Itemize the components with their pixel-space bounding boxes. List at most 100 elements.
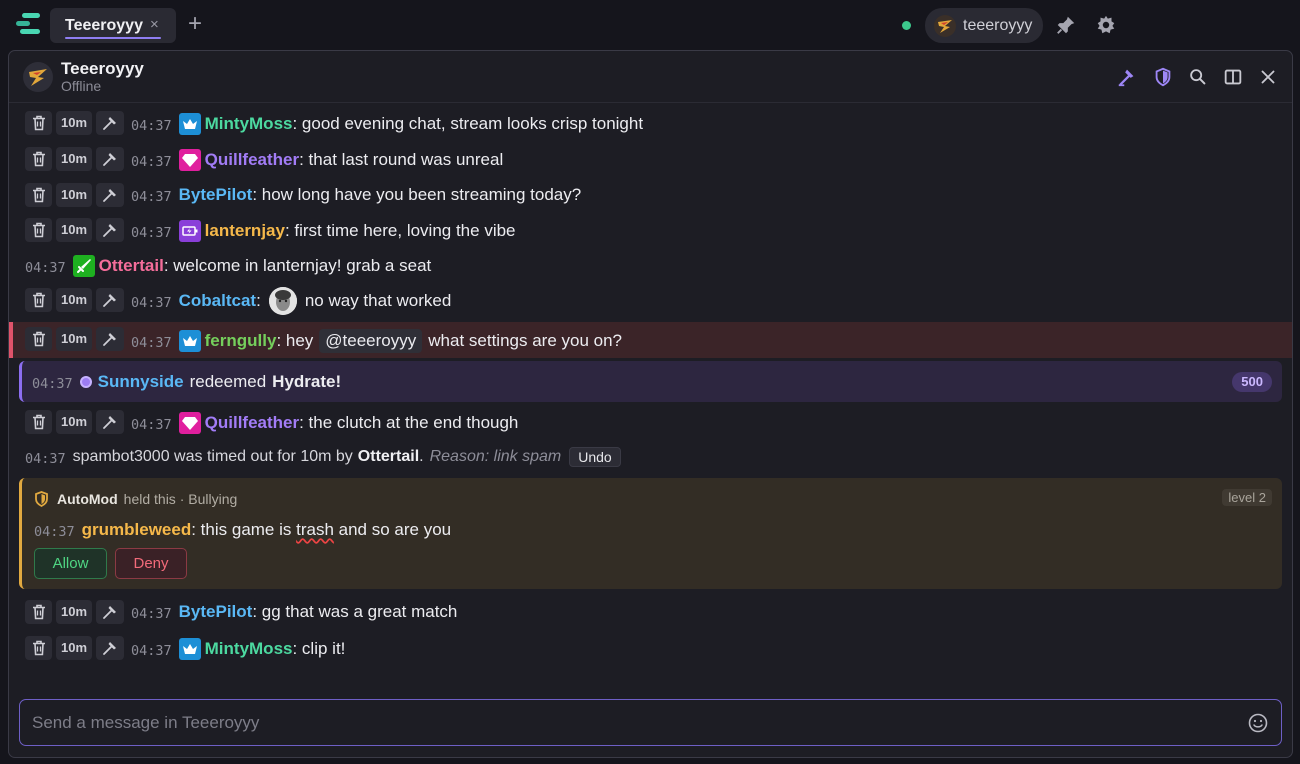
tab-teeeroyyy[interactable]: Teeeroyyy × bbox=[50, 8, 176, 43]
notice-text: spambot3000 was timed out for 10m by bbox=[72, 448, 353, 465]
delete-message-button[interactable] bbox=[25, 183, 52, 207]
ban-button[interactable] bbox=[96, 600, 124, 624]
new-tab-button[interactable]: + bbox=[188, 10, 202, 38]
ban-button[interactable] bbox=[96, 111, 124, 135]
crown-badge-icon[interactable] bbox=[178, 638, 201, 660]
channel-avatar[interactable] bbox=[23, 62, 53, 92]
settings-icon[interactable] bbox=[1095, 14, 1117, 36]
username[interactable]: Cobaltcat bbox=[179, 291, 256, 311]
delete-message-button[interactable] bbox=[25, 111, 52, 135]
ban-button[interactable] bbox=[96, 218, 124, 242]
timeout-button[interactable]: 10m bbox=[56, 600, 92, 624]
app-logo-icon bbox=[16, 13, 42, 37]
timeout-button[interactable]: 10m bbox=[56, 327, 92, 351]
delete-message-button[interactable] bbox=[25, 410, 52, 434]
timeout-button[interactable]: 10m bbox=[56, 111, 92, 135]
chat-message: 10m 04:37 BytePilot : how long have you … bbox=[9, 180, 1292, 212]
username[interactable]: Ottertail bbox=[99, 256, 164, 276]
username[interactable]: MintyMoss bbox=[205, 639, 293, 659]
delete-message-button[interactable] bbox=[25, 288, 52, 312]
timeout-button[interactable]: 10m bbox=[56, 636, 92, 660]
timeout-button[interactable]: 10m bbox=[56, 218, 92, 242]
connection-status-dot bbox=[902, 21, 911, 30]
delete-message-button[interactable] bbox=[25, 147, 52, 171]
crown-badge-icon[interactable] bbox=[178, 330, 201, 352]
trash-icon bbox=[32, 115, 45, 131]
pin-icon[interactable] bbox=[1055, 14, 1077, 36]
automod-held-message: AutoMod held this · Bullying level 2 04:… bbox=[19, 478, 1282, 589]
allow-button[interactable]: Allow bbox=[34, 548, 107, 579]
message-input[interactable] bbox=[32, 712, 1232, 734]
mention-highlight-bar bbox=[9, 322, 13, 358]
ban-button[interactable] bbox=[96, 410, 124, 434]
timeout-button[interactable]: 10m bbox=[56, 183, 92, 207]
user-mention[interactable]: @teeeroyyy bbox=[319, 329, 423, 353]
crown-badge-icon[interactable] bbox=[178, 113, 201, 135]
emoji-picker-icon[interactable] bbox=[1247, 712, 1269, 734]
shield-icon[interactable] bbox=[1152, 66, 1174, 88]
username[interactable]: Quillfeather bbox=[205, 413, 299, 433]
username[interactable]: grumbleweed bbox=[82, 520, 192, 540]
ban-button[interactable] bbox=[96, 288, 124, 312]
moderator-name[interactable]: Ottertail bbox=[358, 448, 419, 466]
account-switcher[interactable]: teeeroyyy bbox=[925, 8, 1043, 43]
moderation-mode-icon[interactable] bbox=[1116, 66, 1138, 88]
timeout-button[interactable]: 10m bbox=[56, 288, 92, 312]
redemption-action: redeemed bbox=[189, 372, 267, 391]
ban-button[interactable] bbox=[96, 636, 124, 660]
username[interactable]: ferngully bbox=[205, 331, 277, 351]
delete-message-button[interactable] bbox=[25, 327, 52, 351]
ban-button[interactable] bbox=[96, 183, 124, 207]
chat-message: 10m 04:37 MintyMoss : good evening chat,… bbox=[9, 108, 1292, 140]
timestamp: 04:37 bbox=[131, 225, 172, 241]
battery-badge-icon[interactable] bbox=[178, 220, 201, 242]
message-text-prefix: : bbox=[256, 291, 261, 310]
message-text: : how long have you been streaming today… bbox=[252, 185, 582, 204]
timeout-button[interactable]: 10m bbox=[56, 410, 92, 434]
channel-points-icon bbox=[79, 376, 92, 388]
split-view-icon[interactable] bbox=[1222, 66, 1244, 88]
gavel-icon bbox=[103, 606, 116, 619]
top-bar: Teeeroyyy × + teeeroyyy bbox=[0, 0, 1300, 50]
undo-timeout-button[interactable]: Undo bbox=[569, 447, 621, 467]
message-composer[interactable] bbox=[19, 699, 1282, 746]
face-emote[interactable] bbox=[268, 287, 297, 315]
username[interactable]: BytePilot bbox=[179, 185, 253, 205]
deny-button[interactable]: Deny bbox=[115, 548, 187, 579]
username[interactable]: lanternjay bbox=[205, 221, 285, 241]
chat-message: 10m 04:37 Quillfeather : that last round… bbox=[9, 144, 1292, 176]
username[interactable]: Quillfeather bbox=[205, 150, 299, 170]
trash-icon bbox=[32, 331, 45, 347]
automod-level-badge: level 2 bbox=[1222, 489, 1272, 506]
timestamp: 04:37 bbox=[131, 335, 172, 351]
username[interactable]: MintyMoss bbox=[205, 114, 293, 134]
search-icon[interactable] bbox=[1187, 66, 1209, 88]
trash-icon bbox=[32, 640, 45, 656]
tab-close-icon[interactable]: × bbox=[150, 16, 159, 33]
gavel-icon bbox=[103, 189, 116, 202]
gem-badge-icon[interactable] bbox=[178, 149, 201, 171]
delete-message-button[interactable] bbox=[25, 600, 52, 624]
automod-reason: held this · Bullying bbox=[123, 491, 238, 507]
tab-label: Teeeroyyy bbox=[65, 17, 143, 34]
close-icon[interactable] bbox=[1257, 66, 1279, 88]
chat-message: 10m 04:37 Quillfeather : the clutch at t… bbox=[9, 407, 1292, 439]
timestamp: 04:37 bbox=[131, 643, 172, 659]
username[interactable]: Sunnyside bbox=[98, 372, 184, 392]
tab-active-indicator bbox=[65, 37, 161, 39]
gavel-icon bbox=[103, 416, 116, 429]
channel-status: Offline bbox=[61, 78, 102, 94]
ban-button[interactable] bbox=[96, 327, 124, 351]
gem-badge-icon[interactable] bbox=[178, 412, 201, 434]
moderator-sword-badge-icon[interactable] bbox=[72, 255, 95, 277]
reward-cost: 500 bbox=[1232, 372, 1272, 392]
message-text: : good evening chat, stream looks crisp … bbox=[292, 114, 644, 133]
delete-message-button[interactable] bbox=[25, 218, 52, 242]
delete-message-button[interactable] bbox=[25, 636, 52, 660]
timestamp: 04:37 bbox=[25, 260, 66, 276]
gavel-icon bbox=[103, 224, 116, 237]
username[interactable]: BytePilot bbox=[179, 602, 253, 622]
timeout-button[interactable]: 10m bbox=[56, 147, 92, 171]
ban-button[interactable] bbox=[96, 147, 124, 171]
account-avatar-icon bbox=[934, 15, 956, 37]
